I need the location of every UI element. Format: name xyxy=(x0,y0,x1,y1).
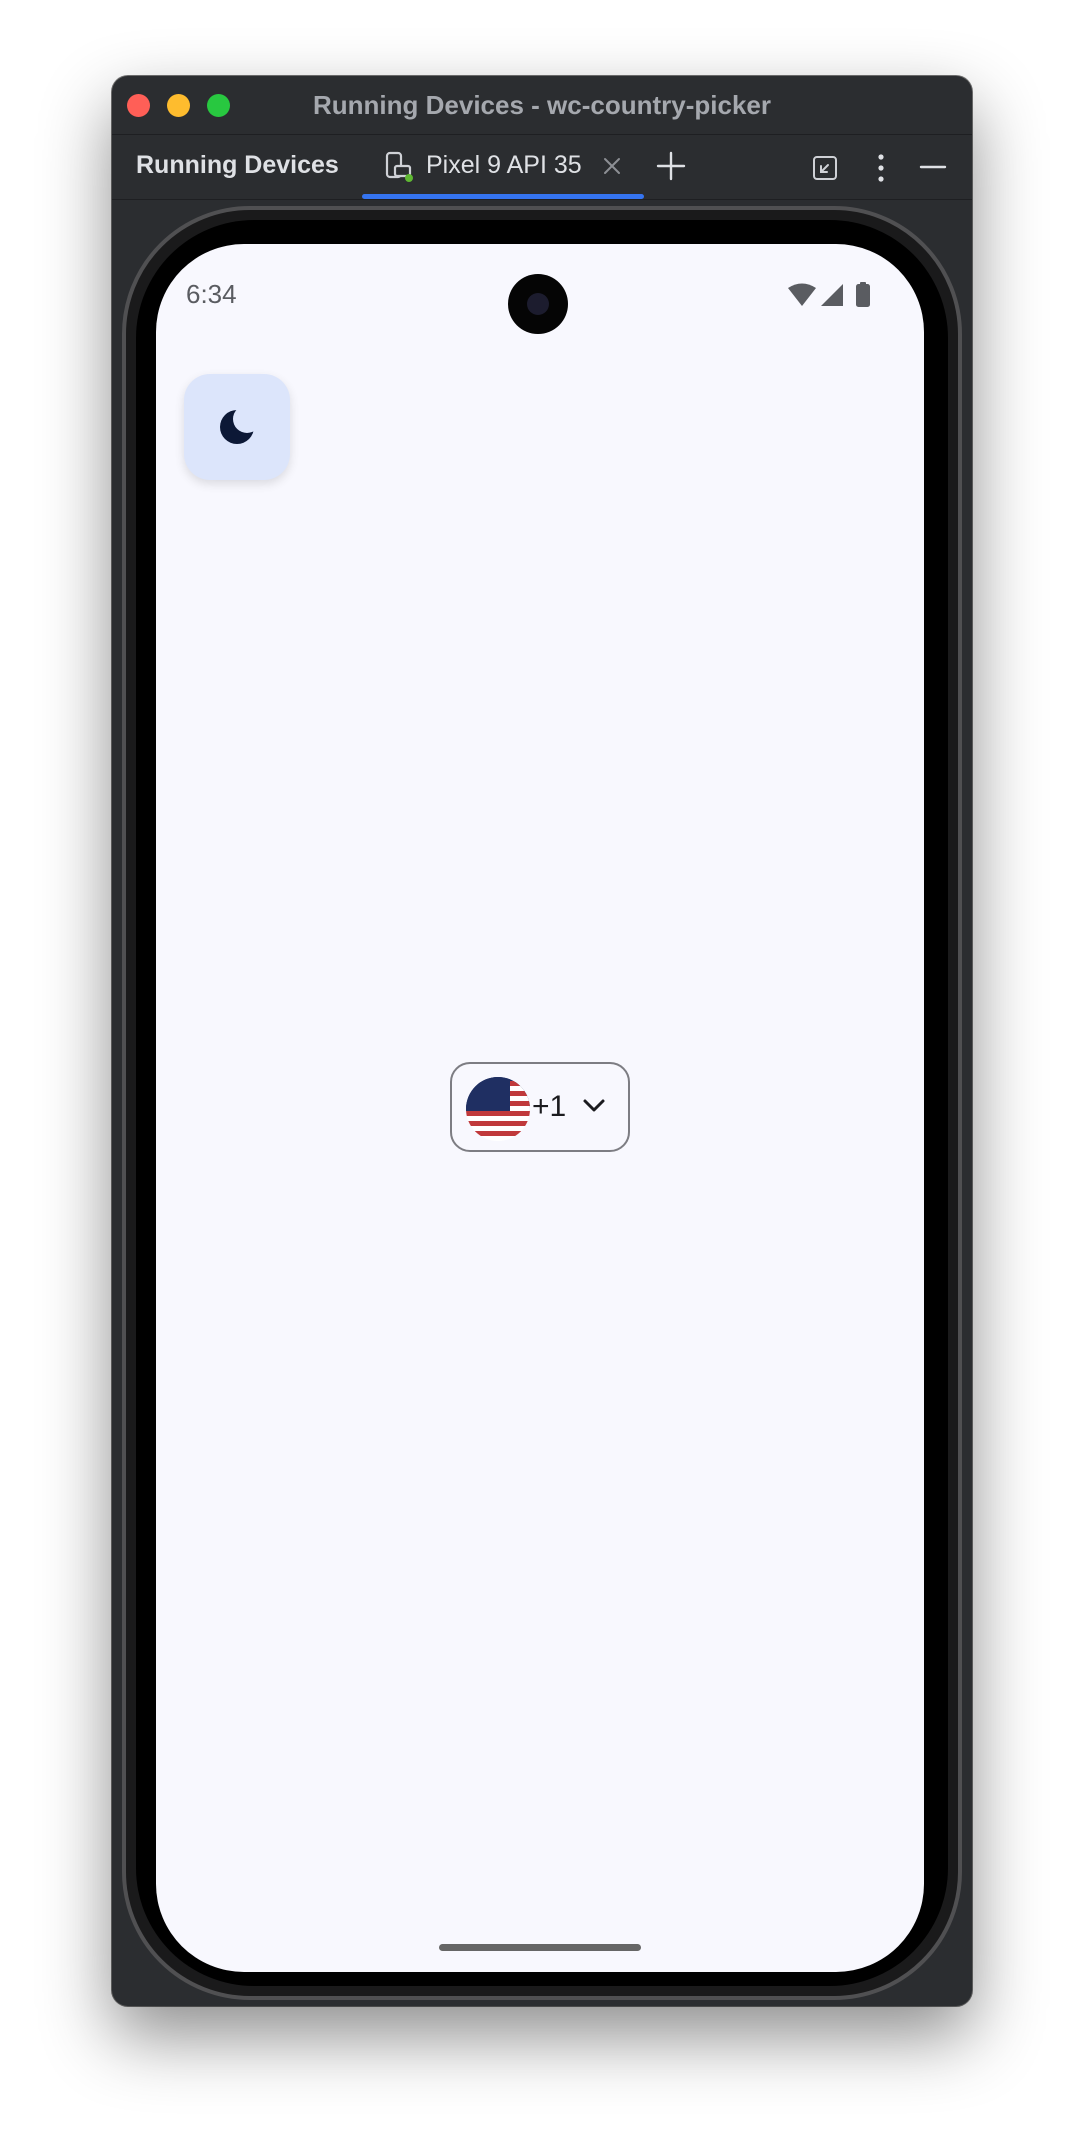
plus-icon[interactable] xyxy=(654,149,688,188)
battery-icon xyxy=(856,282,870,307)
title-bar: Running Devices - wc-country-picker xyxy=(112,76,972,135)
window-title: Running Devices - wc-country-picker xyxy=(313,90,771,120)
home-indicator[interactable] xyxy=(439,1944,641,1951)
device-screen: 6:34 +1 xyxy=(156,244,924,1972)
chevron-down-icon xyxy=(583,1099,605,1112)
dial-code: +1 xyxy=(532,1090,567,1123)
close-icon[interactable] xyxy=(602,156,622,181)
tool-window-title: Running Devices xyxy=(136,151,339,179)
device-mirror-icon xyxy=(384,151,414,188)
country-picker[interactable]: +1 xyxy=(450,1062,630,1152)
active-tab-indicator xyxy=(362,194,644,199)
moon-icon xyxy=(220,407,257,444)
tab-label: Pixel 9 API 35 xyxy=(426,151,582,179)
theme-toggle-button[interactable] xyxy=(184,374,290,480)
more-vertical-icon[interactable] xyxy=(876,153,886,188)
minimize-icon[interactable] xyxy=(919,157,947,175)
camera-lens xyxy=(527,293,549,315)
wifi-icon xyxy=(788,283,816,306)
status-time: 6:34 xyxy=(186,279,237,309)
tab-pixel-9-api-35[interactable]: Pixel 9 API 35 xyxy=(362,135,644,199)
camera-cutout xyxy=(508,274,568,334)
restore-icon[interactable] xyxy=(812,155,838,186)
signal-icon xyxy=(821,284,843,306)
us-flag-icon xyxy=(466,1077,530,1141)
status-icons xyxy=(788,282,878,313)
tool-window-toolbar: Running Devices Pixel 9 API 35 xyxy=(112,135,972,200)
